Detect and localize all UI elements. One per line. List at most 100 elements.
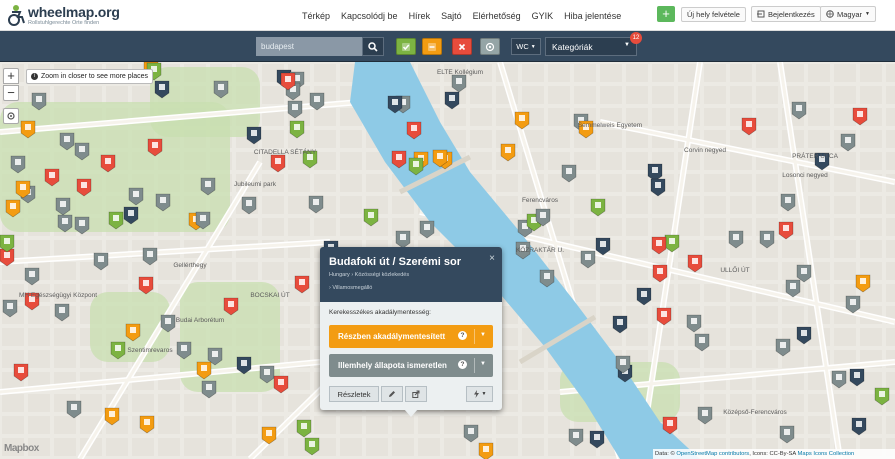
city-block [236,262,258,280]
city-block [314,174,336,192]
filter-unknown-button[interactable] [480,38,500,55]
nav-map[interactable]: Térkép [302,11,330,21]
city-block [704,152,726,170]
edit-button[interactable] [381,386,403,402]
place-marker[interactable] [478,442,494,459]
city-block [496,416,518,434]
search-button[interactable] [362,37,384,56]
brand-subtitle: Rollstuhlgerechte Orte finden [28,20,100,26]
place-marker[interactable] [296,419,312,438]
city-block [106,438,128,456]
city-block [54,86,76,104]
add-place-button[interactable]: + Új hely felvétele [657,6,746,22]
place-marker[interactable] [650,178,666,197]
zoom-out-button[interactable]: − [3,85,19,101]
mapbox-watermark: Mapbox [4,443,39,454]
city-block [418,416,440,434]
city-block [158,438,180,456]
share-button[interactable] [405,386,427,402]
zoom-hint: i Zoom in closer to see more places [26,69,153,84]
city-block [808,130,830,148]
wheelchair-status-dropdown[interactable]: Részben akadálymentesített ? ▼ [329,325,493,348]
chevron-down-icon: ▼ [865,11,870,17]
wc-filter-dropdown[interactable]: WC ▼ [511,38,541,55]
toilet-status-label: Illemhely állapota ismeretlen [338,361,447,370]
map-attribution: Data: © OpenStreetMap contributors, Icon… [653,449,895,459]
place-marker[interactable] [273,375,289,394]
nav-news[interactable]: Hírek [409,11,431,21]
city-block [340,174,362,192]
city-block [782,306,804,324]
place-marker[interactable] [24,267,40,286]
place-marker[interactable] [694,333,710,352]
city-block [288,328,310,346]
locate-me-button[interactable] [3,108,19,124]
filter-not-accessible-button[interactable] [452,38,472,55]
place-marker[interactable] [778,221,794,240]
nav-press[interactable]: Sajtó [441,11,462,21]
close-icon[interactable]: × [489,253,495,264]
language-select[interactable]: Magyar ▼ [820,6,876,22]
city-block [756,130,778,148]
city-block [522,372,544,390]
city-block [834,262,856,280]
help-icon[interactable]: ? [458,360,467,369]
city-block [886,372,895,390]
map-label: Gellérthegy [173,262,207,269]
city-block [886,416,895,434]
maps-icons-link[interactable]: Maps Icons Collection [798,451,855,457]
city-block [704,196,726,214]
minus-icon [428,42,436,51]
city-block [392,416,414,434]
city-block [574,218,596,236]
city-block [106,86,128,104]
login-button[interactable]: Bejelentkezés [751,6,821,22]
cross-icon [458,43,466,50]
categories-label: Kategóriák [552,41,593,52]
city-block [626,240,648,258]
nav-faq[interactable]: GYIK [532,11,554,21]
filter-accessible-button[interactable] [396,38,416,55]
divider [474,358,475,373]
city-block [600,130,622,148]
city-block [262,394,284,412]
city-block [262,196,284,214]
city-block [808,196,830,214]
city-block [860,328,882,346]
city-block [470,130,492,148]
map-label: Jubileumi park [234,181,277,188]
place-marker[interactable] [636,287,652,306]
city-block [366,416,388,434]
city-block [886,108,895,126]
place-marker[interactable] [444,91,460,110]
search-input[interactable] [256,37,362,56]
city-block [28,328,50,346]
nav-contact[interactable]: Elérhetőség [473,11,521,21]
map-label: Középső-Ferencváros [723,409,787,416]
city-block [522,438,544,456]
osm-link[interactable]: OpenStreetMap contributors [676,451,749,457]
wheelchair-logo-icon [8,5,25,26]
city-block [834,64,856,82]
city-block [886,328,895,346]
city-block [80,394,102,412]
place-marker[interactable] [840,133,856,152]
wheelmap-logo[interactable]: wheelmap.org Rollstuhlgerechte Orte find… [6,3,146,29]
place-marker[interactable] [66,400,82,419]
city-block [366,438,388,456]
city-block [574,152,596,170]
nav-report-bug[interactable]: Hiba jelentése [564,11,621,21]
toilet-status-dropdown[interactable]: Illemhely állapota ismeretlen ? ▼ [329,354,493,377]
city-block [28,240,50,258]
city-block [288,218,310,236]
map-label: Ferencváros [522,197,559,204]
details-button[interactable]: Részletek [329,386,379,402]
categories-dropdown[interactable]: Kategóriák ▼ [545,37,637,56]
filter-partial-button[interactable] [422,38,442,55]
nav-get-involved[interactable]: Kapcsolódj be [341,11,398,21]
zoom-in-button[interactable]: + [3,68,19,84]
city-block [808,394,830,412]
city-block [730,86,752,104]
help-icon[interactable]: ? [458,331,467,340]
more-actions-dropdown[interactable]: ▼ [466,386,493,402]
